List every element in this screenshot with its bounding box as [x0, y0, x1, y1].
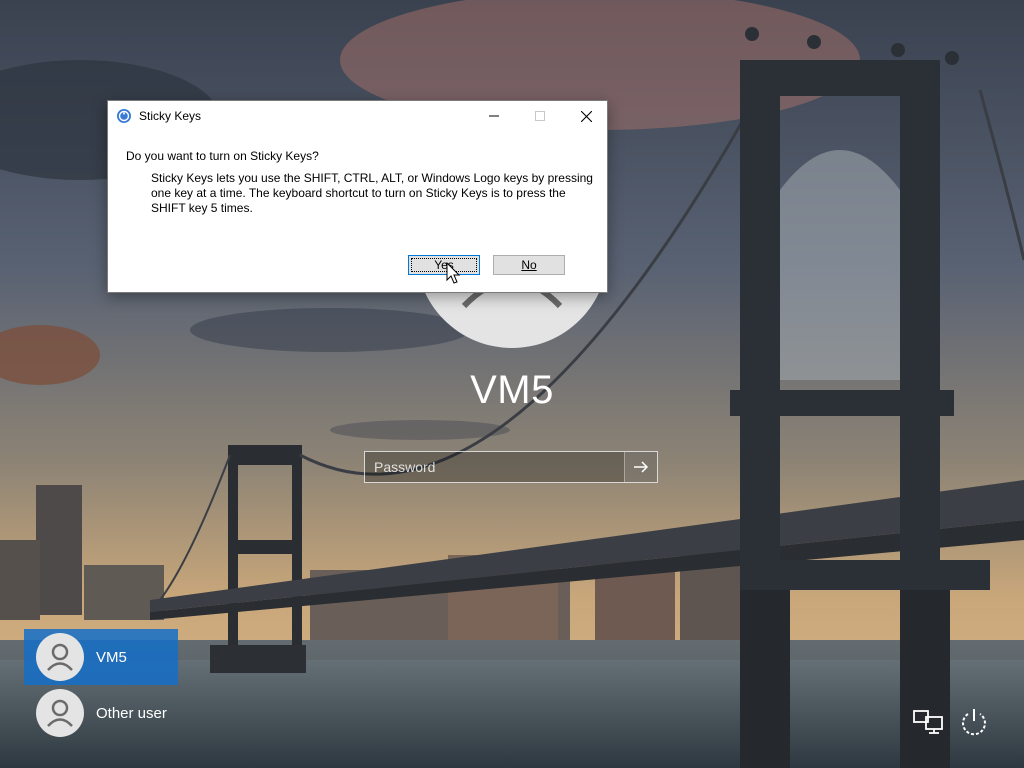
power-button[interactable] — [956, 704, 992, 740]
network-icon — [913, 710, 943, 734]
user-item-vm5[interactable]: VM5 — [24, 629, 178, 685]
user-item-label: Other user — [96, 704, 167, 722]
dialog-question: Do you want to turn on Sticky Keys? — [126, 149, 319, 163]
ease-of-access-icon — [117, 109, 131, 123]
user-item-label: VM5 — [96, 648, 127, 666]
dialog-titlebar[interactable]: Sticky Keys — [108, 101, 607, 131]
sticky-keys-dialog: Sticky Keys Do you want to turn on Stick… — [107, 100, 608, 293]
arrow-right-icon — [634, 461, 649, 473]
dialog-title: Sticky Keys — [139, 109, 202, 123]
submit-button[interactable] — [624, 452, 657, 482]
close-button[interactable] — [563, 101, 609, 131]
yes-button[interactable]: Yes — [408, 255, 480, 275]
user-avatar-icon — [36, 633, 84, 681]
network-button[interactable] — [910, 704, 946, 740]
user-avatar-icon — [36, 689, 84, 737]
dialog-description: Sticky Keys lets you use the SHIFT, CTRL… — [151, 171, 593, 215]
username-label: VM5 — [470, 368, 554, 412]
mouse-cursor-icon — [446, 262, 461, 284]
password-input[interactable] — [365, 452, 624, 482]
close-icon — [580, 110, 592, 122]
minimize-icon — [489, 115, 499, 117]
power-icon — [962, 709, 986, 736]
maximize-icon — [535, 111, 545, 121]
password-field-container — [364, 451, 658, 483]
no-button-label: No — [521, 258, 537, 272]
no-button[interactable]: No — [493, 255, 565, 275]
maximize-button[interactable] — [517, 101, 563, 131]
minimize-button[interactable] — [471, 101, 517, 131]
user-item-other-user[interactable]: Other user — [24, 685, 178, 741]
